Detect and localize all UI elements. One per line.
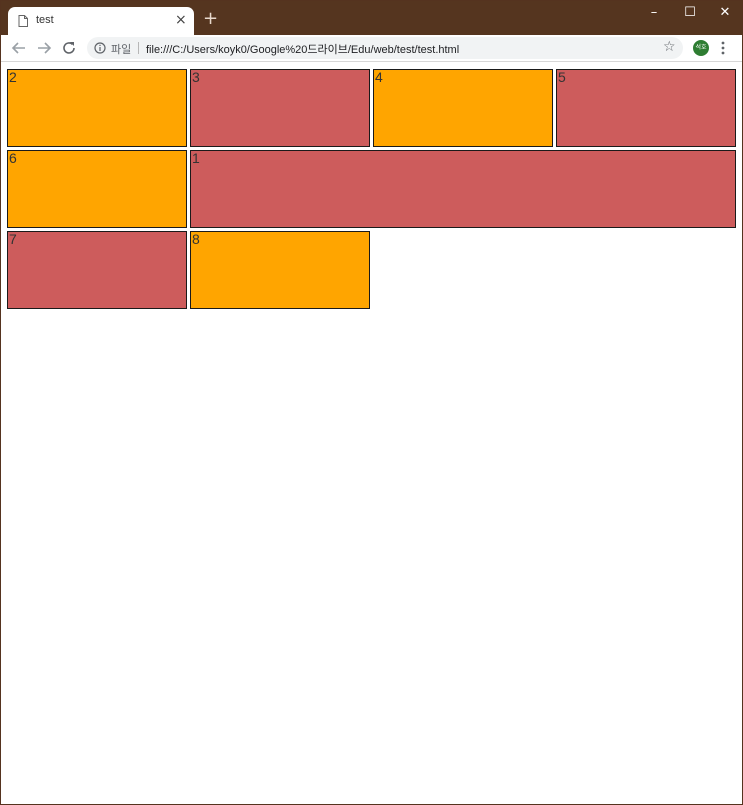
star-icon[interactable]: ☆ xyxy=(663,39,676,55)
minimize-button[interactable]: – xyxy=(639,4,669,22)
title-bar: test × + – ☐ ✕ xyxy=(1,1,742,35)
grid-item-8: 8 xyxy=(190,231,370,309)
new-tab-button[interactable]: + xyxy=(203,10,218,28)
tab-close-icon[interactable]: × xyxy=(175,12,187,28)
page-icon xyxy=(18,15,28,27)
info-icon[interactable] xyxy=(94,42,106,54)
tab-title: test xyxy=(36,14,54,26)
browser-toolbar: 파일 file:///C:/Users/koyk0/Google%20드라이브/… xyxy=(1,35,742,62)
grid-item-4: 4 xyxy=(373,69,553,147)
grid-item-5: 5 xyxy=(556,69,736,147)
reload-icon[interactable] xyxy=(60,39,78,57)
close-button[interactable]: ✕ xyxy=(710,4,740,22)
url-text[interactable]: file:///C:/Users/koyk0/Google%20드라이브/Edu… xyxy=(146,41,459,57)
forward-icon[interactable] xyxy=(35,39,53,57)
profile-avatar[interactable]: 석호 xyxy=(693,40,709,56)
back-icon[interactable] xyxy=(10,39,28,57)
tab-test[interactable]: test × xyxy=(8,7,194,35)
grid-item-6: 6 xyxy=(7,150,187,228)
browser-window: test × + – ☐ ✕ 파일 file:///C:/Users/koyk0… xyxy=(0,0,743,805)
omnibox-divider xyxy=(138,42,139,54)
grid-item-3: 3 xyxy=(190,69,370,147)
grid-item-1: 1 xyxy=(190,150,736,228)
security-label: 파일 xyxy=(111,43,132,56)
page-viewport: 2 3 4 5 6 1 7 8 xyxy=(1,63,742,804)
address-bar[interactable]: 파일 file:///C:/Users/koyk0/Google%20드라이브/… xyxy=(87,37,683,59)
grid-item-7: 7 xyxy=(7,231,187,309)
maximize-button[interactable]: ☐ xyxy=(675,4,705,22)
grid-item-2: 2 xyxy=(7,69,187,147)
kebab-menu-icon[interactable] xyxy=(721,41,725,55)
